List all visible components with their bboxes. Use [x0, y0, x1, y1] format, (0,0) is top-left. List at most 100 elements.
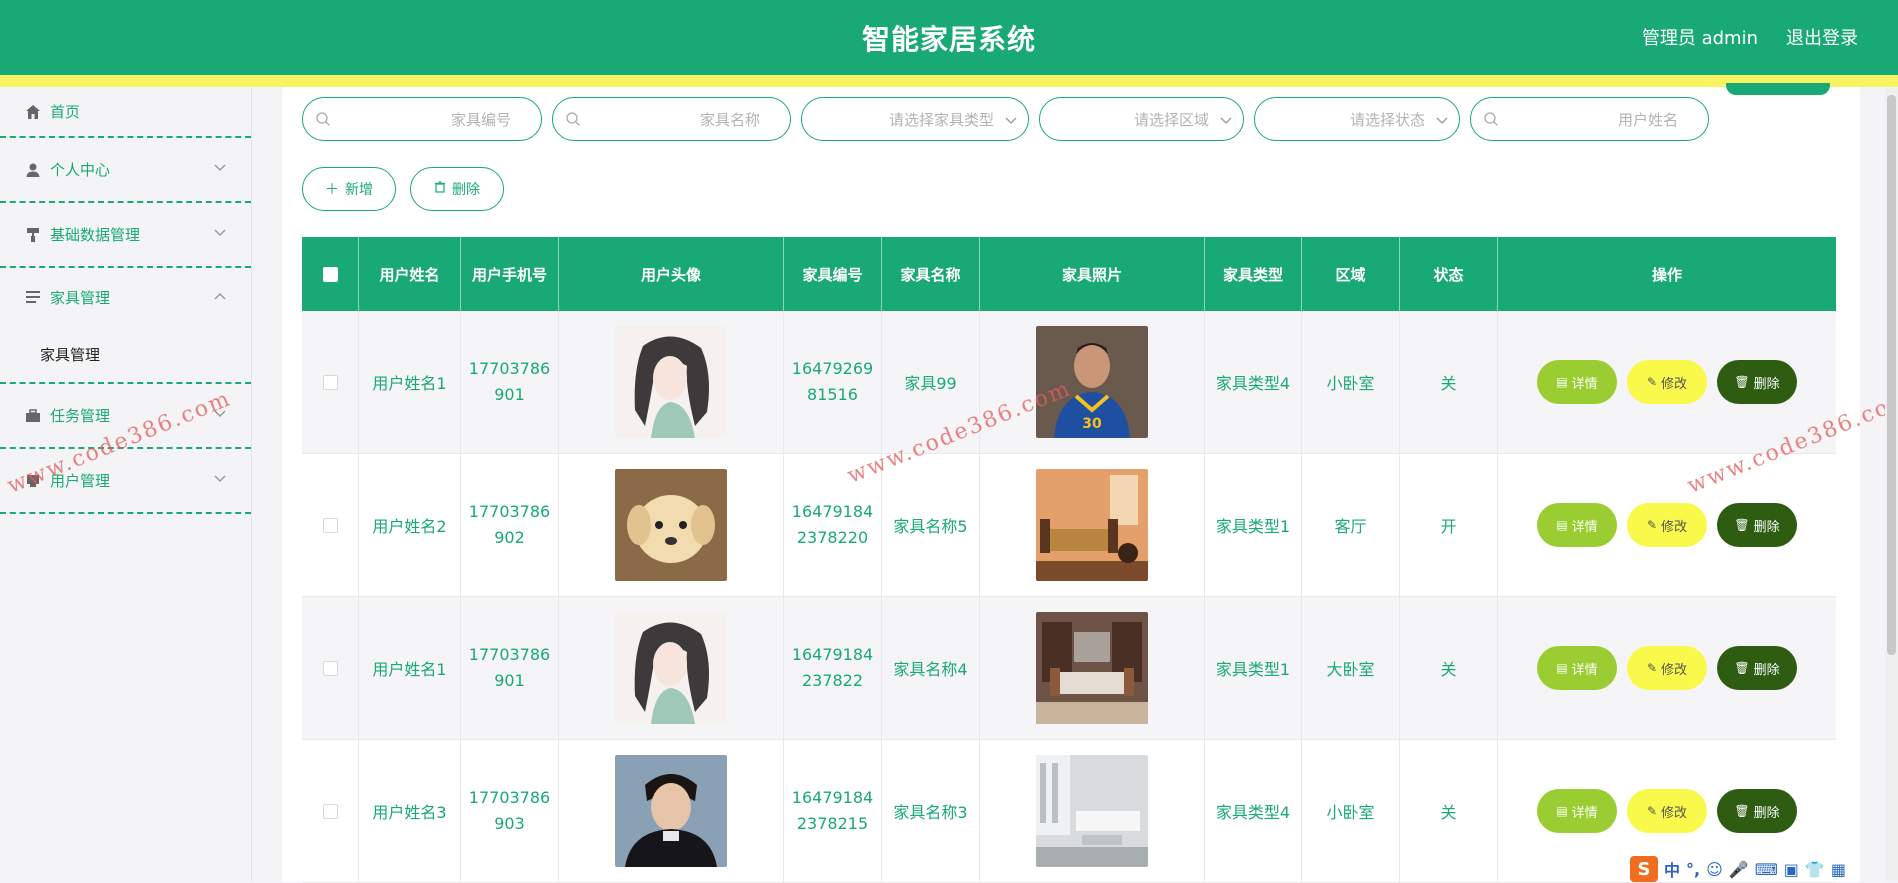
furniture-code-input[interactable]: 家具编号 [302, 97, 542, 141]
delete-button[interactable]: 删除 [410, 167, 504, 211]
furniture-type-cell: 家具类型4 [1205, 740, 1302, 882]
col-header[interactable]: 用户手机号 [461, 237, 559, 311]
sidebar-item-label: 用户管理 [50, 472, 111, 490]
row-checkbox[interactable] [322, 803, 338, 819]
sidebar-item-home[interactable]: 首页 [0, 87, 251, 138]
young-man-avatar[interactable] [615, 755, 727, 867]
ime-language-indicator[interactable]: 中 [1664, 857, 1680, 881]
vertical-scrollbar[interactable] [1885, 87, 1898, 882]
emoji-icon[interactable]: ☺ [1706, 860, 1723, 879]
phone-cell: 17703786 903 [461, 740, 559, 882]
keyboard-icon[interactable]: ⌨ [1755, 860, 1778, 879]
area-select[interactable]: 请选择区域 [1039, 97, 1244, 141]
delete-row-button[interactable]: 🗑 删除 [1717, 503, 1797, 547]
edit-button[interactable]: ✎ 修改 [1627, 646, 1707, 690]
col-header[interactable]: 用户头像 [559, 237, 784, 311]
col-header[interactable]: 家具名称 [882, 237, 980, 311]
punctuation-icon[interactable]: °, [1686, 860, 1700, 879]
sidebar-item-label: 家具管理 [50, 288, 111, 307]
logout-link[interactable]: 退出登录 [1786, 24, 1858, 50]
svg-text:30: 30 [1082, 416, 1102, 432]
ime-toolbar: S 中 °, ☺ 🎤 ⌨ ▣ 👕 ▦ [1630, 856, 1884, 882]
detail-button[interactable]: ▤ 详情 [1537, 360, 1617, 404]
area-cell: 客厅 [1302, 454, 1400, 596]
grid-icon[interactable]: ▦ [1831, 860, 1846, 879]
anime-girl-avatar[interactable] [615, 326, 727, 438]
user-name-cell: 用户姓名1 [359, 311, 461, 453]
code-part: 2378215 [796, 814, 869, 833]
ime-logo[interactable]: S [1630, 856, 1658, 882]
delete-label: 删除 [1753, 662, 1780, 678]
top-action-button[interactable] [1726, 83, 1830, 95]
puppy-avatar[interactable] [615, 469, 727, 581]
phone-part: 17703786 [468, 788, 551, 807]
admin-user-label: 管理员 admin [1641, 28, 1758, 49]
sidebar-subitem-furniture-manage[interactable]: 家具管理 [0, 326, 251, 384]
phone-cell: 17703786 902 [461, 454, 559, 596]
col-header[interactable]: 用户姓名 [359, 237, 461, 311]
add-button[interactable]: ＋ 新增 [302, 167, 396, 211]
detail-button[interactable]: ▤ 详情 [1537, 503, 1617, 547]
delete-button-label: 删除 [452, 182, 480, 198]
col-header[interactable]: 状态 [1400, 237, 1498, 311]
sidebar-item-tasks[interactable]: 任务管理 [0, 384, 251, 449]
chevron-down-icon [1219, 112, 1233, 126]
col-header[interactable]: 区域 [1302, 237, 1400, 311]
sofa-room-photo[interactable] [1036, 469, 1148, 581]
detail-button[interactable]: ▤ 详情 [1537, 646, 1617, 690]
sidebar-item-profile[interactable]: 个人中心 [0, 138, 251, 203]
furniture-name-input[interactable]: 家具名称 [552, 97, 791, 141]
col-header[interactable]: 家具照片 [980, 237, 1205, 311]
edit-button[interactable]: ✎ 修改 [1627, 789, 1707, 833]
trash-icon [434, 181, 446, 197]
delete-row-button[interactable]: 🗑 删除 [1717, 646, 1797, 690]
phone-part: 901 [494, 671, 525, 690]
document-icon: ▤ [1556, 804, 1568, 818]
col-header[interactable]: 家具编号 [784, 237, 882, 311]
sidebar: 首页 个人中心 基础数据管理 家具管理 家具管理 任务管理 用户管理 [0, 87, 252, 882]
sidebar-item-basic-data[interactable]: 基础数据管理 [0, 203, 251, 268]
operation-cell: ▤ 详情 ✎ 修改 🗑 删除 [1498, 454, 1836, 596]
microphone-icon[interactable]: 🎤 [1729, 860, 1749, 879]
sidebar-item-furniture[interactable]: 家具管理 [0, 268, 251, 326]
code-part: 2378220 [796, 528, 869, 547]
row-checkbox[interactable] [322, 660, 338, 676]
col-header[interactable]: 操作 [1498, 237, 1836, 311]
delete-row-button[interactable]: 🗑 删除 [1717, 789, 1797, 833]
row-checkbox[interactable] [322, 374, 338, 390]
action-bar: ＋ 新增 删除 [302, 167, 504, 211]
sidebar-item-users[interactable]: 用户管理 [0, 449, 251, 514]
table-row: 用户姓名1 17703786 901 16479184 237822 家具名称4 家… [302, 597, 1836, 740]
pencil-icon: ✎ [1646, 518, 1658, 532]
search-icon [315, 111, 331, 127]
search-icon [1483, 111, 1499, 127]
status-select[interactable]: 请选择状态 [1254, 97, 1460, 141]
shirt-icon[interactable]: 👕 [1805, 860, 1825, 879]
trash-icon: 🗑 [1734, 375, 1750, 389]
edit-button[interactable]: ✎ 修改 [1627, 503, 1707, 547]
sidebar-item-label: 个人中心 [50, 161, 111, 179]
basketball-player-photo[interactable]: 30 [1036, 326, 1148, 438]
edit-button[interactable]: ✎ 修改 [1627, 360, 1707, 404]
user-name-input[interactable]: 用户姓名 [1470, 97, 1709, 141]
col-header[interactable]: 家具类型 [1205, 237, 1302, 311]
row-select-cell [302, 740, 359, 882]
add-button-label: 新增 [345, 182, 373, 198]
chevron-down-icon [1004, 112, 1018, 126]
area-cell: 小卧室 [1302, 311, 1400, 453]
select-all-checkbox[interactable] [322, 266, 338, 282]
input-placeholder: 家具名称 [699, 111, 760, 129]
anime-girl-avatar[interactable] [615, 612, 727, 724]
delete-row-button[interactable]: 🗑 删除 [1717, 360, 1797, 404]
area-cell: 小卧室 [1302, 740, 1400, 882]
living-room-photo[interactable] [1036, 612, 1148, 724]
row-checkbox[interactable] [322, 517, 338, 533]
chevron-down-icon [1435, 112, 1449, 126]
detail-button[interactable]: ▤ 详情 [1537, 789, 1617, 833]
furniture-type-select[interactable]: 请选择家具类型 [801, 97, 1029, 141]
skin-icon[interactable]: ▣ [1784, 860, 1799, 879]
white-sofa-photo[interactable] [1036, 755, 1148, 867]
edit-label: 修改 [1661, 376, 1688, 392]
avatar-cell [559, 740, 784, 882]
scrollbar-thumb[interactable] [1887, 95, 1896, 655]
